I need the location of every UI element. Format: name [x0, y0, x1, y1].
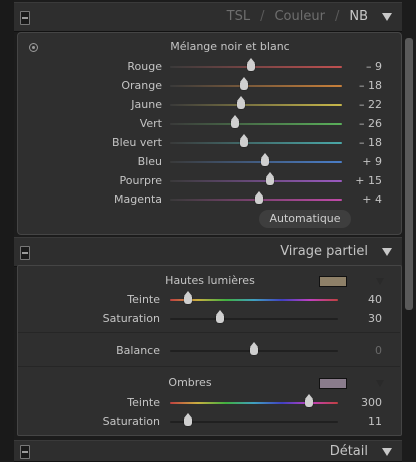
bw-slider-label: Bleu — [137, 155, 162, 168]
panel-switch-icon[interactable] — [20, 11, 30, 25]
scrollbar-thumb[interactable] — [405, 38, 413, 310]
bw-slider-track[interactable] — [170, 85, 342, 87]
bw-slider-value: + 4 — [362, 193, 382, 206]
highlights-picker-icon[interactable] — [376, 278, 384, 285]
bw-slider-label: Magenta — [113, 193, 162, 206]
divider — [18, 366, 400, 367]
target-adjustment-icon[interactable] — [29, 43, 38, 52]
bw-mix-title: Mélange noir et blanc — [170, 40, 290, 53]
tab-couleur[interactable]: Couleur — [274, 9, 324, 24]
left-gutter — [0, 0, 14, 460]
triangle-down-icon[interactable] — [382, 13, 392, 21]
highlights-saturation-label: Saturation — [102, 312, 160, 325]
bw-slider-value: – 22 — [359, 98, 382, 111]
detail-title: Détail — [329, 444, 368, 459]
panel-switch-icon[interactable] — [20, 445, 30, 459]
triangle-down-icon[interactable] — [382, 448, 392, 456]
balance-value: 0 — [375, 344, 382, 357]
shadows-saturation-value: 11 — [368, 415, 382, 428]
panel-scrollbar[interactable] — [402, 0, 416, 460]
bw-slider-value: + 15 — [355, 174, 382, 187]
highlights-color-swatch[interactable] — [319, 276, 347, 287]
bw-slider-track[interactable] — [170, 66, 342, 68]
highlights-hue-label: Teinte — [127, 293, 160, 306]
split-toning-title: Virage partiel — [280, 244, 368, 259]
bw-slider-label: Pourpre — [119, 174, 163, 187]
panel-switch-icon[interactable] — [20, 246, 30, 260]
shadows-saturation-slider[interactable] — [170, 421, 338, 423]
tab-tsl[interactable]: TSL — [227, 9, 250, 24]
bw-slider-label: Orange — [121, 79, 162, 92]
detail-header: Détail — [14, 440, 402, 462]
bw-slider-label: Bleu vert — [112, 136, 162, 149]
balance-label: Balance — [116, 344, 160, 357]
tab-separator: / — [334, 9, 340, 24]
bw-slider-value: – 18 — [359, 79, 382, 92]
split-toning-header: Virage partiel — [14, 237, 402, 267]
hsl-tabs: TSL / Couleur / NB — [227, 9, 368, 24]
highlights-hue-slider[interactable] — [170, 299, 338, 301]
auto-button[interactable]: Automatique — [259, 210, 351, 228]
bw-slider-track[interactable] — [170, 123, 342, 125]
shadows-hue-value: 300 — [361, 396, 382, 409]
hsl-color-bw-header: TSL / Couleur / NB — [14, 2, 402, 32]
highlights-saturation-slider[interactable] — [170, 318, 338, 320]
shadows-title: Ombres — [168, 376, 212, 389]
bw-slider-value: + 9 — [362, 155, 382, 168]
bw-slider-track[interactable] — [170, 142, 342, 144]
bw-slider-value: – 9 — [366, 60, 382, 73]
bw-slider-track[interactable] — [170, 161, 342, 163]
highlights-hue-value: 40 — [368, 293, 382, 306]
highlights-saturation-value: 30 — [368, 312, 382, 325]
shadows-picker-icon[interactable] — [376, 380, 384, 387]
triangle-down-icon[interactable] — [382, 248, 392, 256]
bw-slider-label: Vert — [139, 117, 162, 130]
highlights-title: Hautes lumières — [165, 274, 255, 287]
bw-slider-value: – 26 — [359, 117, 382, 130]
shadows-hue-label: Teinte — [127, 396, 160, 409]
bw-slider-track[interactable] — [170, 180, 342, 182]
shadows-saturation-label: Saturation — [102, 415, 160, 428]
bw-slider-label: Rouge — [127, 60, 162, 73]
bw-slider-label: Jaune — [131, 98, 162, 111]
tab-nb[interactable]: NB — [349, 9, 368, 24]
bw-slider-value: – 18 — [359, 136, 382, 149]
shadows-color-swatch[interactable] — [319, 378, 347, 389]
divider — [18, 332, 400, 333]
tab-separator: / — [260, 9, 265, 24]
bw-slider-track[interactable] — [170, 104, 342, 106]
